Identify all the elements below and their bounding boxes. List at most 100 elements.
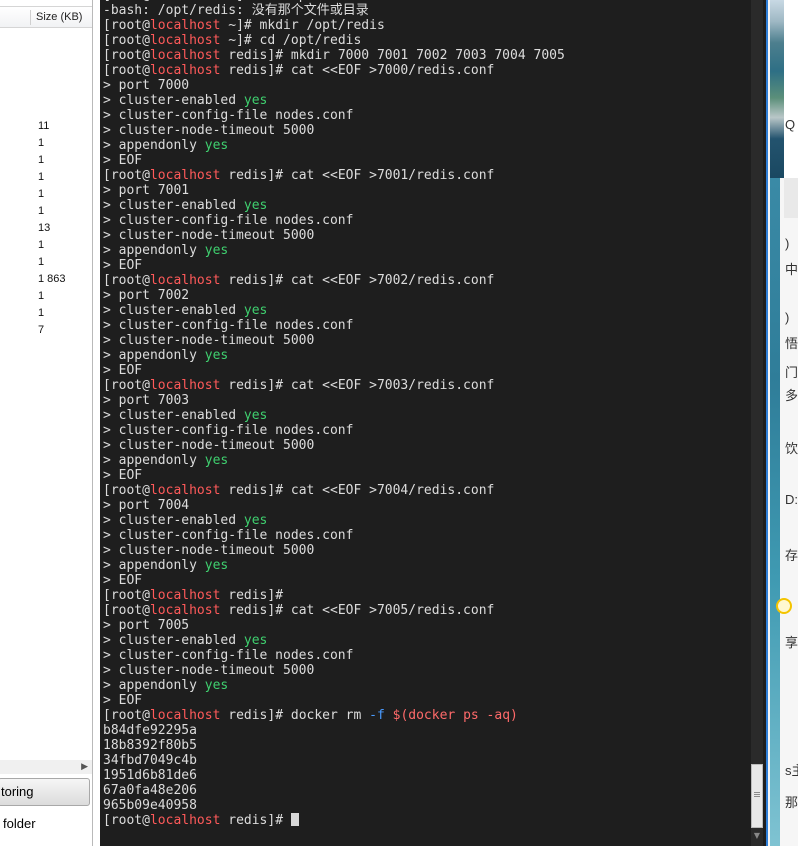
scroll-down-icon[interactable]: ▼: [751, 830, 763, 842]
terminal-text: b84dfe92295a: [103, 723, 197, 738]
clipped-glyph: 中: [785, 262, 798, 277]
terminal-text: ~]# cd /opt/redis: [220, 33, 362, 48]
terminal-line: [root@localhost redis]#: [103, 813, 565, 828]
terminal-yes-text: yes: [204, 678, 229, 693]
terminal-text: > cluster-node-timeout 5000: [103, 543, 315, 558]
terminal-text: > appendonly: [103, 678, 205, 693]
terminal-text: redis]#: [220, 588, 284, 603]
clipped-glyph: 存: [785, 548, 798, 563]
terminal-text: > cluster-node-timeout 5000: [103, 663, 315, 678]
terminal-line: > port 7003: [103, 393, 565, 408]
terminal-host-text: localhost: [149, 708, 221, 723]
terminal-line: [root@localhost redis]# cat <<EOF >7005/…: [103, 603, 565, 618]
terminal-text: 965b09e40958: [103, 798, 197, 813]
terminal-line: [root@localhost redis]# mkdir 7000 7001 …: [103, 48, 565, 63]
storing-button[interactable]: toring: [0, 778, 90, 806]
terminal-text: redis]# cat <<EOF >7000/redis.conf: [220, 63, 495, 78]
terminal-text: > cluster-config-file nodes.conf: [103, 108, 354, 123]
terminal-text: > cluster-enabled: [103, 513, 244, 528]
scrollbar-thumb[interactable]: [751, 764, 763, 828]
terminal-text: > EOF: [103, 693, 143, 708]
terminal-text: [root@: [103, 588, 150, 603]
clipped-glyph: 门: [785, 365, 798, 380]
size-column-header[interactable]: Size (KB): [0, 6, 92, 28]
terminal-text: > cluster-config-file nodes.conf: [103, 423, 354, 438]
terminal-line: 18b8392f80b5: [103, 738, 565, 753]
notification-icon[interactable]: [776, 598, 792, 614]
size-cell: 1: [38, 188, 45, 200]
terminal-text: > EOF: [103, 573, 143, 588]
size-cell: 7: [38, 324, 45, 336]
scroll-right-icon[interactable]: ▶: [81, 762, 88, 772]
size-cell: 1: [38, 256, 45, 268]
scrollbar-track[interactable]: [751, 0, 763, 846]
size-cell: 1 863: [38, 273, 66, 285]
terminal-text: > port 7003: [103, 393, 190, 408]
terminal-text: > cluster-enabled: [103, 303, 244, 318]
terminal-text: > cluster-node-timeout 5000: [103, 438, 315, 453]
terminal-text: > cluster-enabled: [103, 198, 244, 213]
column-divider[interactable]: [30, 10, 31, 25]
terminal-line: > EOF: [103, 468, 565, 483]
terminal-yes-text: yes: [204, 243, 229, 258]
terminal-text: -bash: /opt/redis: 没有那个文件或目录: [103, 3, 369, 18]
terminal-line: > cluster-enabled yes: [103, 303, 565, 318]
terminal-text: > appendonly: [103, 243, 205, 258]
terminal-text: > cluster-node-timeout 5000: [103, 123, 315, 138]
terminal-window[interactable]: [root@localhost ~]# cd /opt/redis-bash: …: [100, 0, 748, 846]
terminal-line: > EOF: [103, 693, 565, 708]
terminal-text: > cluster-node-timeout 5000: [103, 333, 315, 348]
terminal-line: > port 7004: [103, 498, 565, 513]
size-cell: 11: [38, 120, 50, 132]
terminal-line: 34fbd7049c4b: [103, 753, 565, 768]
terminal-line: > appendonly yes: [103, 138, 565, 153]
size-cell: 1: [38, 239, 45, 251]
terminal-text: > appendonly: [103, 138, 205, 153]
terminal-text: > port 7001: [103, 183, 190, 198]
terminal-text: [root@: [103, 168, 150, 183]
terminal-line: b84dfe92295a: [103, 723, 565, 738]
terminal-line: [root@localhost redis]# cat <<EOF >7001/…: [103, 168, 565, 183]
terminal-text: > appendonly: [103, 348, 205, 363]
clipped-glyph: 多: [785, 388, 798, 403]
terminal-scrollbar[interactable]: ▼: [748, 0, 766, 846]
terminal-text: 34fbd7049c4b: [103, 753, 197, 768]
terminal-yes-text: yes: [243, 513, 268, 528]
terminal-text: redis]#: [220, 813, 291, 828]
terminal-yes-text: yes: [204, 138, 229, 153]
size-cell: 1: [38, 171, 45, 183]
terminal-text: redis]# docker rm: [220, 708, 370, 723]
terminal-host-text: localhost: [149, 168, 221, 183]
sidebar-panel: [784, 0, 798, 178]
terminal-text: > port 7000: [103, 78, 190, 93]
terminal-host-text: localhost: [149, 378, 221, 393]
terminal-line: > cluster-config-file nodes.conf: [103, 318, 565, 333]
terminal-line: [root@localhost redis]# docker rm -f $(d…: [103, 708, 565, 723]
terminal-line: > cluster-enabled yes: [103, 513, 565, 528]
terminal-line: [root@localhost redis]# cat <<EOF >7002/…: [103, 273, 565, 288]
terminal-text: > cluster-config-file nodes.conf: [103, 648, 354, 663]
window-border: [766, 0, 768, 846]
terminal-text: redis]# cat <<EOF >7004/redis.conf: [220, 483, 495, 498]
terminal-text: > cluster-node-timeout 5000: [103, 228, 315, 243]
terminal-text: [root@: [103, 48, 150, 63]
clipped-glyph: 那: [785, 795, 798, 810]
size-cell: 1: [38, 307, 45, 319]
terminal-line: > EOF: [103, 363, 565, 378]
clipped-glyph: 享: [785, 635, 798, 650]
terminal-text: > cluster-enabled: [103, 408, 244, 423]
size-cell: 1: [38, 205, 45, 217]
clipped-glyph: Q: [785, 117, 796, 132]
terminal-line: > EOF: [103, 573, 565, 588]
terminal-text: [root@: [103, 483, 150, 498]
terminal-line: > cluster-config-file nodes.conf: [103, 213, 565, 228]
horizontal-scrollbar[interactable]: ▶: [0, 760, 92, 774]
terminal-line: > cluster-node-timeout 5000: [103, 333, 565, 348]
size-column: 11 1 1 1 1 1 13 1 1 1 863 1 1 7: [38, 118, 66, 339]
terminal-line: 67a0fa48e206: [103, 783, 565, 798]
terminal-line: > cluster-node-timeout 5000: [103, 543, 565, 558]
terminal-line: -bash: /opt/redis: 没有那个文件或目录: [103, 3, 565, 18]
terminal-text: > EOF: [103, 153, 143, 168]
clipped-glyph: 悟: [785, 336, 798, 351]
terminal-line: 965b09e40958: [103, 798, 565, 813]
